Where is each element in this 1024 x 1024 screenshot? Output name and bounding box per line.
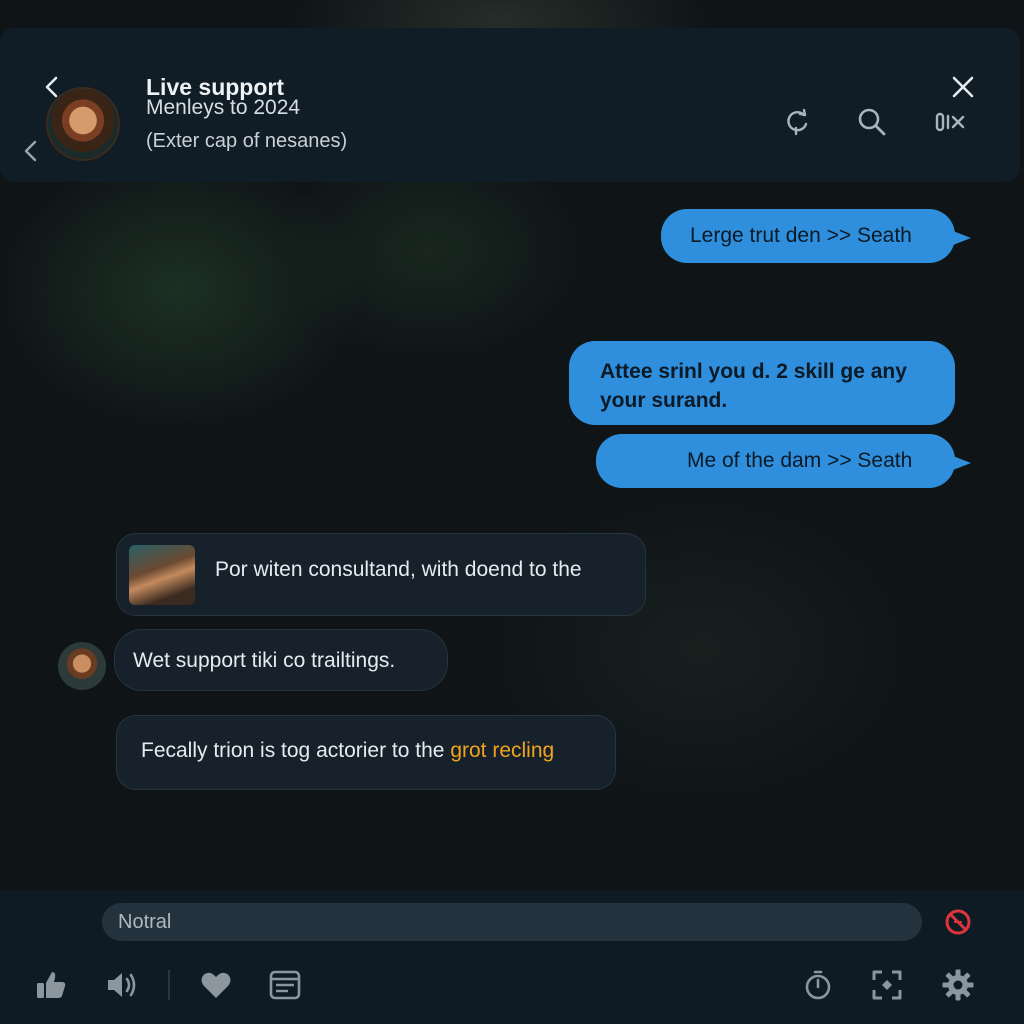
notes-icon[interactable]	[268, 968, 302, 1002]
message-text: Wet support tiki co trailtings.	[133, 649, 396, 672]
agent-avatar[interactable]	[58, 642, 106, 690]
bubble-tail	[953, 231, 971, 245]
message-text: Attee srinl you d. 2 skill ge any	[600, 360, 907, 383]
bubble-tail	[953, 456, 971, 470]
heart-icon[interactable]	[199, 968, 233, 1002]
message-text: Me of the dam >> Seath	[687, 449, 913, 472]
message-outgoing[interactable]: Lerge trut den >> Seath	[661, 209, 971, 263]
toolbar-divider	[168, 970, 170, 1000]
close-icon[interactable]	[950, 74, 976, 100]
message-incoming[interactable]: Por witen consultand, with doend to the	[116, 533, 646, 616]
expand-icon[interactable]	[870, 968, 904, 1002]
stop-icon[interactable]	[944, 908, 972, 936]
refresh-icon[interactable]	[782, 106, 814, 138]
search-icon[interactable]	[856, 106, 888, 138]
agent-avatar	[129, 545, 195, 605]
highlighted-link[interactable]: grot recling	[450, 739, 554, 762]
message-outgoing[interactable]: Me of the dam >> Seath	[596, 434, 971, 488]
gear-icon[interactable]	[941, 968, 975, 1002]
speaker-icon[interactable]	[104, 968, 138, 1002]
contact-status: (Exter cap of nesanes)	[146, 130, 348, 152]
message-incoming[interactable]: Wet support tiki co trailtings.	[114, 629, 448, 691]
chat-header: Live support Menleys to 2024 (Exter cap …	[0, 28, 1020, 182]
message-text: Por witen consultand, with doend to the	[215, 558, 582, 581]
mute-icon[interactable]	[934, 106, 966, 138]
message-input[interactable]	[102, 903, 922, 941]
message-text: Fecally trion is tog actorier to the	[141, 739, 451, 762]
message-text: your surand.	[600, 389, 728, 412]
thumbs-up-icon[interactable]	[34, 968, 68, 1002]
message-outgoing[interactable]: Attee srinl you d. 2 skill ge any your s…	[569, 341, 955, 425]
prev-icon[interactable]	[20, 138, 40, 164]
contact-avatar[interactable]	[46, 87, 120, 161]
message-text: Lerge trut den >> Seath	[690, 224, 912, 247]
contact-name: Menleys to 2024	[146, 96, 301, 119]
message-incoming[interactable]: Fecally trion is tog actorier to the gro…	[116, 715, 616, 790]
timer-icon[interactable]	[801, 968, 835, 1002]
